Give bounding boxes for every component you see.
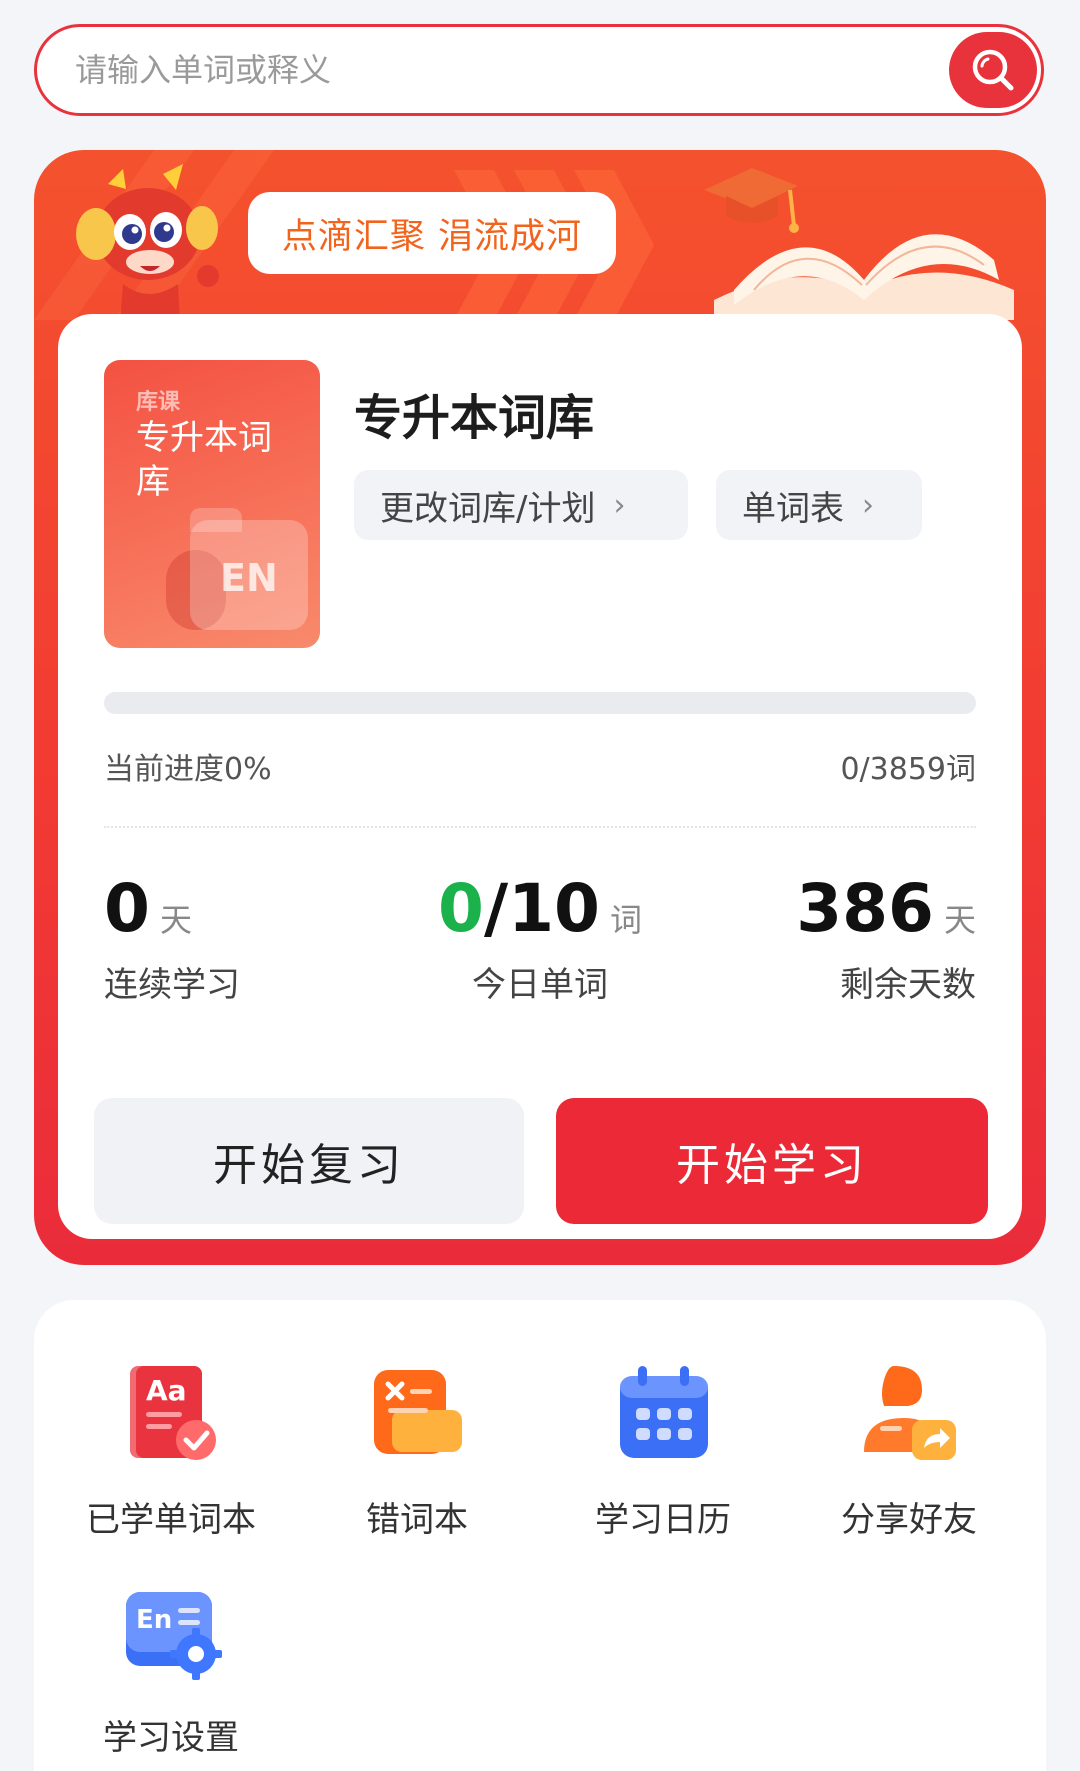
word-study-page: 点滴汇聚 涓流成河 库课 专升本词库 EN 专升本词库 更改词库 [0, 0, 1080, 1771]
start-study-button[interactable]: 开始学习 [556, 1098, 988, 1224]
tool-study-settings[interactable]: En 学习设置 [48, 1578, 294, 1759]
chevron-right-icon: › [613, 487, 626, 523]
chevron-right-icon: › [862, 487, 874, 523]
remaining-label: 剩余天数 [840, 965, 976, 1005]
open-book-graduation-cap-icon [704, 168, 1014, 320]
dragon-mascot-icon [76, 164, 219, 324]
change-library-button[interactable]: 更改词库/计划 › [354, 470, 688, 540]
svg-text:En: En [136, 1605, 172, 1635]
divider [104, 826, 976, 828]
cover-brand: 库课 [136, 390, 181, 415]
tool-learned-words[interactable]: Aa 已学单词本 [48, 1360, 294, 1541]
tools-panel: Aa 已学单词本 错词本 学习日历 分享好友 En 学习设置 [34, 1300, 1046, 1771]
remaining-value: 386 [796, 870, 934, 947]
tool-label: 学习设置 [103, 1718, 239, 1758]
book-cover[interactable]: 库课 专升本词库 EN [104, 360, 320, 648]
start-review-button[interactable]: 开始复习 [94, 1098, 524, 1224]
tool-label: 学习日历 [595, 1500, 731, 1540]
search-bar [34, 24, 1044, 116]
tool-wrong-words[interactable]: 错词本 [294, 1360, 540, 1541]
study-settings-icon: En [126, 1592, 222, 1680]
tool-label: 错词本 [366, 1500, 468, 1540]
library-title: 专升本词库 [354, 390, 595, 446]
search-button[interactable] [949, 32, 1037, 108]
search-input[interactable] [75, 40, 895, 100]
change-library-label: 更改词库/计划 [380, 488, 596, 529]
tool-label: 已学单词本 [86, 1500, 256, 1540]
remaining-days-stat: 386 天 剩余天数 [796, 870, 976, 1006]
progress-count: 0/3859词 [840, 752, 976, 787]
tool-label: 分享好友 [841, 1500, 977, 1540]
share-friend-icon [864, 1366, 956, 1460]
cover-title: 专升本词库 [136, 418, 272, 502]
learned-book-icon: Aa [130, 1366, 216, 1460]
today-unit: 词 [609, 901, 642, 939]
progress-bar [104, 692, 976, 714]
remaining-unit: 天 [943, 901, 976, 939]
today-done-value: 0 [438, 870, 484, 947]
progress-label: 当前进度0% [104, 752, 272, 787]
cover-badge: EN [220, 556, 278, 600]
tool-share-friend[interactable]: 分享好友 [786, 1360, 1032, 1541]
word-list-button[interactable]: 单词表 › [716, 470, 922, 540]
calendar-icon [620, 1366, 708, 1458]
study-plan-panel: 库课 专升本词库 EN 专升本词库 更改词库/计划 › 单词表 › 当前进度0%… [58, 314, 1022, 1239]
slogan-badge: 点滴汇聚 涓流成河 [248, 192, 616, 274]
word-list-label: 单词表 [742, 488, 844, 529]
tool-study-calendar[interactable]: 学习日历 [540, 1360, 786, 1541]
search-icon [972, 49, 1014, 91]
svg-text:Aa: Aa [146, 1374, 187, 1407]
today-total-value: /10 [483, 870, 600, 947]
wrong-words-icon [374, 1370, 462, 1454]
study-plan-card: 点滴汇聚 涓流成河 库课 专升本词库 EN 专升本词库 更改词库/计划 › 单词… [34, 150, 1046, 1265]
